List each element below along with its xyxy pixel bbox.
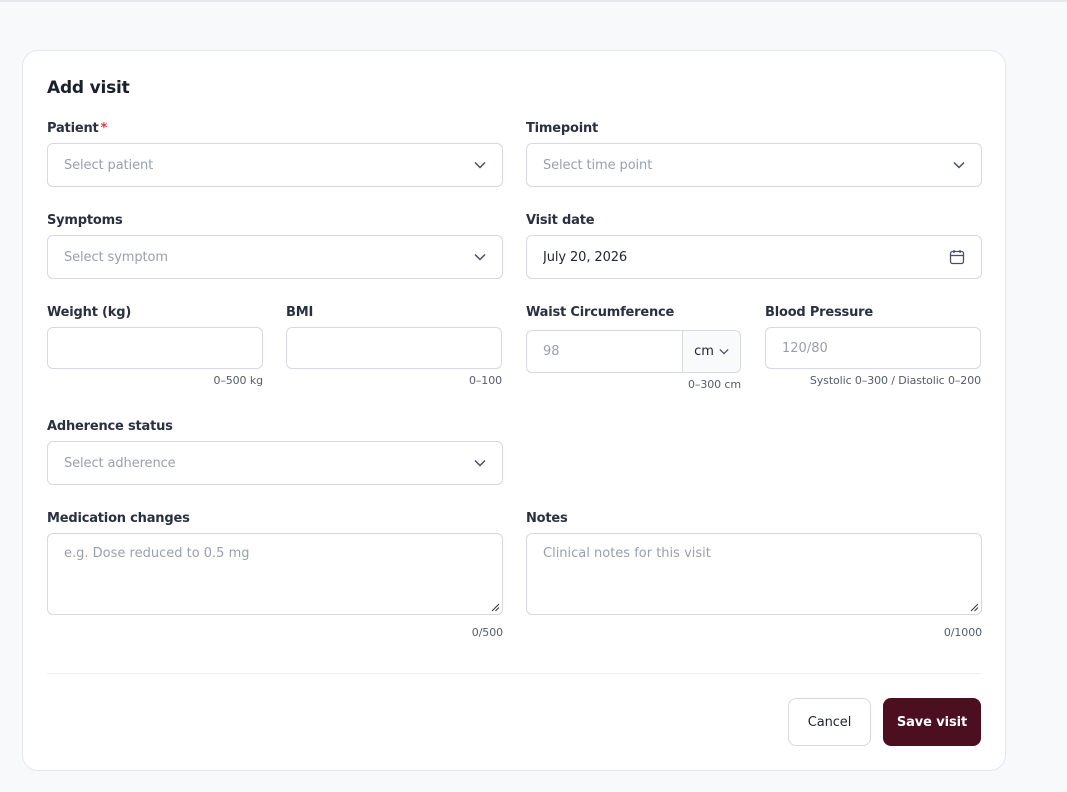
bmi-label: BMI [286,305,314,320]
patient-label: Patient * [47,121,107,136]
notes-counter: 0/1000 [943,626,982,639]
waist-hint: 0–300 cm [688,378,741,391]
medication-placeholder: e.g. Dose reduced to 0.5 mg [64,546,250,561]
add-visit-card: Add visit Patient * Select patient Timepo… [22,50,1006,771]
symptoms-select-placeholder: Select symptom [64,249,168,265]
footer-divider [47,673,981,674]
waist-unit-select[interactable]: cm [682,331,740,372]
patient-select-placeholder: Select patient [64,157,154,173]
calendar-icon[interactable] [949,249,965,265]
medication-counter: 0/500 [471,626,503,639]
symptoms-select[interactable]: Select symptom [47,235,503,279]
timepoint-select-placeholder: Select time point [543,157,653,173]
symptoms-label: Symptoms [47,213,123,228]
weight-label: Weight (kg) [47,305,132,320]
chevron-down-icon [953,161,965,169]
form-title: Add visit [47,78,130,98]
chevron-down-icon [474,253,486,261]
blood-pressure-input[interactable]: 120/80 [765,327,981,369]
patient-select[interactable]: Select patient [47,143,503,187]
blood-pressure-hint: Systolic 0–300 / Diastolic 0–200 [809,374,981,387]
chevron-down-icon [719,348,729,355]
bmi-hint: 0–100 [469,374,502,387]
chevron-down-icon [474,161,486,169]
resize-grip-icon[interactable] [491,603,500,612]
medication-label: Medication changes [47,511,190,526]
timepoint-select[interactable]: Select time point [526,143,982,187]
waist-input[interactable]: 98 [527,331,682,372]
notes-label: Notes [526,511,568,526]
resize-grip-icon[interactable] [970,603,979,612]
top-border [0,0,1067,2]
weight-hint: 0–500 kg [213,374,263,387]
chevron-down-icon [474,459,486,467]
waist-unit-value: cm [694,344,714,359]
blood-pressure-label: Blood Pressure [765,305,873,320]
adherence-select[interactable]: Select adherence [47,441,503,485]
waist-label: Waist Circumference [526,305,675,320]
adherence-select-placeholder: Select adherence [64,455,176,471]
visit-date-label: Visit date [526,213,595,228]
required-marker: * [100,121,108,136]
patient-label-text: Patient [47,121,99,136]
adherence-label: Adherence status [47,419,173,434]
visit-date-value: July 20, 2026 [543,249,628,265]
notes-placeholder: Clinical notes for this visit [543,546,711,561]
save-visit-button[interactable]: Save visit [883,698,981,746]
notes-textarea[interactable]: Clinical notes for this visit [526,533,982,615]
medication-textarea[interactable]: e.g. Dose reduced to 0.5 mg [47,533,503,615]
timepoint-label: Timepoint [526,121,599,136]
cancel-button[interactable]: Cancel [788,698,871,746]
bmi-input[interactable] [286,327,502,369]
visit-date-input[interactable]: July 20, 2026 [526,235,982,279]
weight-input[interactable] [47,327,263,369]
waist-field: 98 cm [526,330,741,373]
